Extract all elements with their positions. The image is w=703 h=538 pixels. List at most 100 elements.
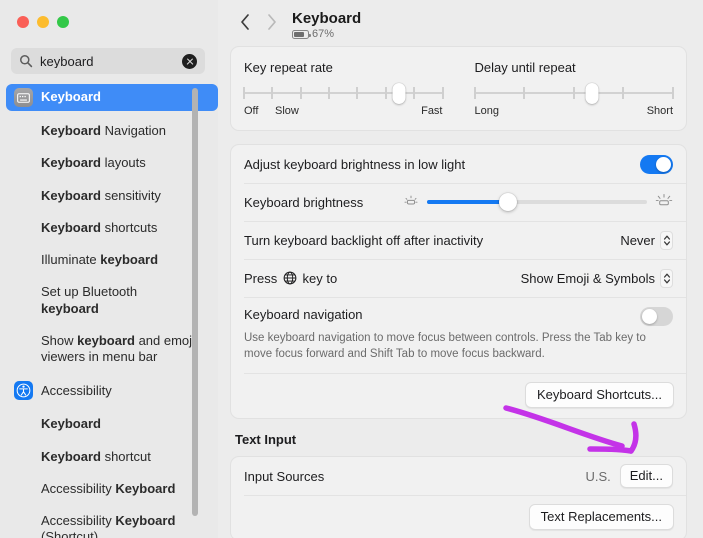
sidebar-result-9[interactable]: Keyboard (6, 412, 218, 436)
sidebar-result-label: Accessibility Keyboard (Shortcut) (41, 513, 176, 538)
forward-button[interactable] (258, 9, 284, 35)
sun-dim-icon (404, 195, 418, 205)
delay-until-repeat-slider[interactable] (473, 83, 674, 104)
key-repeat-rate-slider[interactable] (243, 83, 444, 104)
keyboard-brightness-control (403, 193, 673, 211)
slider-tick (523, 87, 526, 99)
sidebar-result-1[interactable]: Keyboard Navigation (6, 119, 218, 143)
keyboard-brightness-slider[interactable] (427, 193, 647, 211)
accessibility-app-icon (14, 381, 33, 401)
keyboard-shortcuts-button[interactable]: Keyboard Shortcuts... (524, 382, 674, 409)
delay-until-repeat-scale: Long Short (475, 105, 674, 119)
sidebar-result-12[interactable]: Accessibility Keyboard (Shortcut) (6, 509, 218, 538)
slider-tick (413, 87, 416, 99)
battery-percent: 67% (312, 28, 335, 41)
sidebar-result-6[interactable]: Set up Bluetooth keyboard (6, 280, 218, 321)
keyboard-settings-card: Adjust keyboard brightness in low light … (230, 144, 687, 420)
keyboard-brightness-label: Keyboard brightness (244, 194, 364, 210)
keyboard-app-icon (14, 88, 33, 107)
slider-tick (441, 87, 444, 99)
auto-brightness-toggle[interactable] (640, 154, 673, 174)
search-container: keyboard (0, 38, 218, 74)
sidebar-result-3[interactable]: Keyboard sensitivity (6, 184, 218, 208)
slider-tick (572, 87, 575, 99)
sidebar-result-10[interactable]: Keyboard shortcut (6, 445, 218, 469)
keyboard-navigation-toggle[interactable] (640, 307, 673, 326)
sidebar-result-2[interactable]: Keyboard layouts (6, 151, 218, 175)
repeat-rate-card: Key repeat rate Off Slow Fast Delay unti… (230, 46, 687, 131)
sidebar-result-4[interactable]: Keyboard shortcuts (6, 216, 218, 240)
sidebar-result-7[interactable]: Show keyboard and emoji viewers in menu … (6, 329, 218, 370)
content-pane: Keyboard 67% Key repeat rate Off Slow Fa… (218, 0, 703, 538)
keyboard-shortcuts-row: Keyboard Shortcuts... (231, 373, 686, 418)
chevron-right-icon (267, 14, 276, 30)
battery-status: 67% (292, 29, 361, 40)
sidebar-result-label: Accessibility Keyboard (41, 480, 176, 496)
globe-key-value: Show Emoji & Symbols (520, 270, 655, 286)
sidebar-result-label: Show keyboard and emoji viewers in menu … (41, 332, 195, 364)
search-field[interactable]: keyboard (11, 48, 205, 74)
key-repeat-fast-label: Fast (421, 105, 443, 117)
search-icon (20, 55, 33, 68)
chevron-up-down-icon (660, 230, 673, 250)
slider-tick (243, 87, 245, 99)
window-traffic-lights (0, 0, 218, 38)
title-block: Keyboard 67% (292, 9, 361, 40)
chevron-up-down-icon (660, 268, 673, 288)
key-repeat-rate-group: Key repeat rate Off Slow Fast (243, 60, 444, 119)
backlight-inactivity-popup[interactable]: Never (620, 230, 673, 250)
keyboard-navigation-label: Keyboard navigation (244, 307, 363, 322)
chevron-left-icon (240, 14, 249, 30)
sidebar-result-label: Illuminate keyboard (41, 252, 159, 267)
sidebar-result-label: Keyboard layouts (41, 155, 146, 171)
settings-scroll-area: Key repeat rate Off Slow Fast Delay unti… (218, 46, 703, 538)
sidebar-result-0[interactable]: Keyboard (6, 84, 218, 111)
input-sources-label: Input Sources (244, 468, 325, 484)
battery-icon (292, 30, 311, 40)
backlight-inactivity-label: Turn keyboard backlight off after inacti… (244, 232, 484, 248)
slider-tick (299, 87, 302, 99)
sidebar: keyboard Keyboard Keyboard Navigation Keyb… (0, 0, 218, 538)
globe-key-popup[interactable]: Show Emoji & Symbols (520, 268, 673, 288)
slider-tick (356, 87, 359, 99)
input-sources-row: Input Sources U.S. Edit... (231, 457, 686, 495)
globe-key-row: Press key to Show Emoji & Symbols (231, 259, 686, 297)
auto-brightness-row: Adjust keyboard brightness in low light (231, 145, 686, 183)
sidebar-result-5[interactable]: Illuminate keyboard (6, 248, 218, 272)
sidebar-result-label: Keyboard Navigation (41, 123, 167, 138)
edit-button[interactable]: Edit... (619, 464, 673, 489)
zoom-button[interactable] (57, 16, 69, 28)
delay-until-repeat-label: Delay until repeat (474, 60, 576, 75)
text-replacements-button[interactable]: Text Replacements... (528, 504, 674, 531)
delay-long-label: Long (474, 105, 499, 117)
globe-key-label: Press key to (244, 271, 521, 286)
sidebar-result-8[interactable]: Accessibility (6, 377, 218, 404)
key-repeat-rate-label: Key repeat rate (244, 60, 333, 75)
sidebar-scrollbar[interactable] (192, 88, 198, 516)
key-repeat-rate-scale: Off Slow Fast (244, 105, 443, 119)
text-input-card: Input Sources U.S. Edit... Text Replacem… (230, 456, 687, 538)
clear-icon[interactable] (182, 53, 197, 69)
keyboard-brightness-row: Keyboard brightness (231, 183, 686, 221)
input-sources-value: U.S. (585, 468, 611, 484)
key-repeat-off-label: Off (244, 105, 259, 117)
back-button[interactable] (232, 9, 258, 35)
backlight-inactivity-row: Turn keyboard backlight off after inacti… (231, 221, 686, 259)
keyboard-navigation-description: Use keyboard navigation to move focus be… (244, 332, 646, 360)
text-input-heading: Text Input (235, 432, 297, 448)
slider-tick (473, 87, 476, 99)
slider-tick (271, 87, 274, 99)
page-title: Keyboard (292, 10, 362, 27)
slider-thumb[interactable] (392, 83, 406, 104)
slider-tick (384, 87, 387, 99)
sidebar-result-label: Accessibility (41, 382, 112, 398)
text-replacements-row: Text Replacements... (231, 495, 686, 538)
key-repeat-slow-label: Slow (275, 105, 299, 117)
sidebar-result-11[interactable]: Accessibility Keyboard (6, 477, 218, 501)
minimize-button[interactable] (37, 16, 49, 28)
delay-until-repeat-group: Delay until repeat Long Short (473, 60, 674, 119)
slider-thumb[interactable] (585, 83, 599, 104)
close-button[interactable] (17, 16, 29, 28)
keyboard-navigation-row: Keyboard navigation Use keyboard navigat… (231, 297, 686, 373)
search-input[interactable]: keyboard (40, 55, 182, 68)
